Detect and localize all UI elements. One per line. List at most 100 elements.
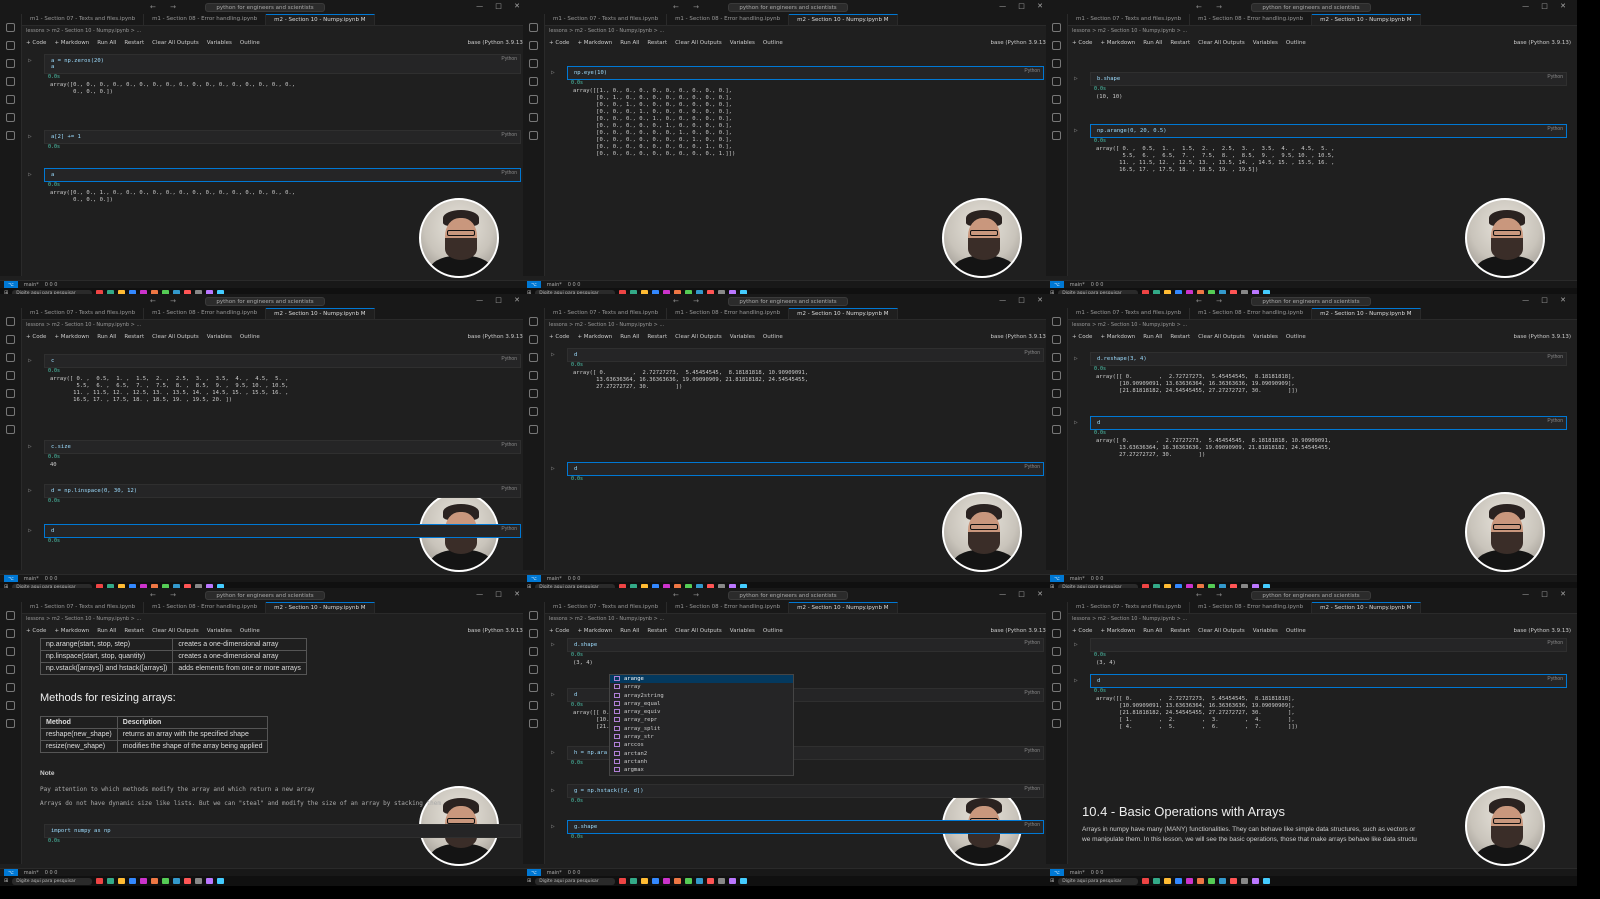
toolbar-button[interactable]: Run All [1143, 628, 1162, 634]
breadcrumb[interactable]: lessons > m2 - Section 10 - Numpy.ipynb … [1072, 28, 1187, 34]
cell-code[interactable]: d.reshape(3, 4) [1090, 352, 1567, 366]
toolbar-button[interactable]: Variables [207, 40, 232, 46]
toolbar-button[interactable]: Variables [207, 334, 232, 340]
toolbar-button[interactable]: Variables [1253, 40, 1278, 46]
editor-tab[interactable]: m1 - Section 07 - Texts and files.ipynb [545, 602, 668, 613]
extensions-icon[interactable] [529, 389, 538, 398]
taskbar-app-icon[interactable] [1241, 878, 1249, 884]
files-icon[interactable] [529, 611, 538, 620]
editor-tab[interactable]: m2 - Section 10 - Numpy.ipynb M [266, 308, 375, 319]
window-controls-icon[interactable]: — □ ✕ [999, 2, 1048, 10]
kernel-picker[interactable]: base (Python 3.9.13) [1514, 40, 1571, 46]
taskbar-app-icon[interactable] [1175, 878, 1183, 884]
toolbar-button[interactable]: Restart [1170, 40, 1190, 46]
toolbar-button[interactable]: + Markdown [54, 628, 89, 634]
cell-language[interactable]: Python [501, 132, 517, 138]
files-icon[interactable] [529, 23, 538, 32]
window-controls-icon[interactable]: — □ ✕ [999, 296, 1048, 304]
breadcrumb[interactable]: lessons > m2 - Section 10 - Numpy.ipynb … [26, 28, 141, 34]
run-cell-icon[interactable]: ▷ [1074, 127, 1078, 134]
window-controls-icon[interactable]: — □ ✕ [1522, 296, 1571, 304]
files-icon[interactable] [1052, 317, 1061, 326]
toolbar-button[interactable]: Outline [1286, 40, 1306, 46]
toolbar-button[interactable]: Outline [240, 628, 260, 634]
run-debug-icon[interactable] [1052, 665, 1061, 674]
cell-code[interactable]: c.size [44, 440, 521, 454]
toolbar-button[interactable]: + Markdown [577, 40, 612, 46]
cell-language[interactable]: Python [1547, 418, 1563, 424]
toolbar-button[interactable]: Clear All Outputs [675, 628, 722, 634]
taskbar-app-icon[interactable] [1186, 878, 1194, 884]
command-center-search[interactable]: python for engineers and scientists [205, 3, 325, 12]
cell-language[interactable]: Python [501, 486, 517, 492]
remote-icon[interactable] [1052, 425, 1061, 434]
toolbar-button[interactable]: + Code [549, 40, 569, 46]
notebook-cell[interactable]: ▷ c Python 0.0s array([ 0. , 0.5, 1. , 1.5, … [26, 354, 521, 406]
cell-language[interactable]: Python [501, 526, 517, 532]
cell-language[interactable]: Python [1024, 68, 1040, 74]
cell-code[interactable]: np.eye(10) [567, 66, 1044, 80]
toolbar-button[interactable]: Clear All Outputs [675, 334, 722, 340]
editor-tab[interactable]: m1 - Section 07 - Texts and files.ipynb [545, 14, 668, 25]
cell-language[interactable]: Python [1547, 354, 1563, 360]
taskbar-app-icon[interactable] [206, 878, 214, 884]
kernel-picker[interactable]: base (Python 3.9.13) [991, 40, 1048, 46]
search-icon[interactable] [529, 629, 538, 638]
window-controls-icon[interactable]: — □ ✕ [1522, 590, 1571, 598]
toolbar-button[interactable]: Clear All Outputs [152, 40, 199, 46]
toolbar-button[interactable]: Run All [620, 40, 639, 46]
search-icon[interactable] [1052, 629, 1061, 638]
run-cell-icon[interactable]: ▷ [1074, 419, 1078, 426]
toolbar-button[interactable]: + Code [1072, 334, 1092, 340]
nav-arrows-icon[interactable]: ← → [673, 3, 705, 11]
run-cell-icon[interactable]: ▷ [28, 171, 32, 178]
toolbar-button[interactable]: Clear All Outputs [1198, 334, 1245, 340]
kernel-picker[interactable]: base (Python 3.9.13) [468, 334, 525, 340]
nav-arrows-icon[interactable]: ← → [150, 297, 182, 305]
taskbar-app-icon[interactable] [217, 878, 225, 884]
toolbar-button[interactable]: + Code [26, 628, 46, 634]
toolbar-button[interactable]: Run All [97, 334, 116, 340]
cell-language[interactable]: Python [1547, 74, 1563, 80]
extensions-icon[interactable] [6, 683, 15, 692]
search-icon[interactable] [1052, 41, 1061, 50]
cell-language[interactable]: Python [1547, 640, 1563, 646]
nav-arrows-icon[interactable]: ← → [673, 591, 705, 599]
editor-tab[interactable]: m1 - Section 08 - Error handling.ipynb [667, 308, 790, 319]
taskbar-app-icon[interactable] [729, 878, 737, 884]
run-cell-icon[interactable]: ▷ [551, 787, 555, 794]
editor-tab[interactable]: m2 - Section 10 - Numpy.ipynb M [266, 14, 375, 25]
taskbar-app-icon[interactable] [1142, 878, 1150, 884]
taskbar-app-icon[interactable] [1263, 878, 1271, 884]
window-controls-icon[interactable]: — □ ✕ [999, 590, 1048, 598]
problems-count[interactable]: 0 0 0 [568, 576, 581, 582]
editor-tab[interactable]: m2 - Section 10 - Numpy.ipynb M [789, 14, 898, 25]
cell-code[interactable]: b.shape [1090, 72, 1567, 86]
notebook-cell[interactable]: ▷ d.reshape(3, 4) Python 0.0s array([[ 0. , … [1072, 352, 1567, 397]
editor-tab[interactable]: m1 - Section 08 - Error handling.ipynb [667, 602, 790, 613]
cell-language[interactable]: Python [501, 442, 517, 448]
source-control-icon[interactable] [529, 647, 538, 656]
command-center-search[interactable]: python for engineers and scientists [728, 3, 848, 12]
toolbar-button[interactable]: + Markdown [1100, 40, 1135, 46]
editor-tab[interactable]: m1 - Section 07 - Texts and files.ipynb [545, 308, 668, 319]
search-icon[interactable] [529, 335, 538, 344]
editor-tab[interactable]: m1 - Section 08 - Error handling.ipynb [667, 14, 790, 25]
taskbar-search[interactable]: Digite aqui para pesquisar [1058, 877, 1139, 885]
kernel-picker[interactable]: base (Python 3.9.13) [468, 628, 525, 634]
toolbar-button[interactable]: Restart [1170, 334, 1190, 340]
windows-start-icon[interactable]: ⊞ [1050, 878, 1054, 884]
editor-tab[interactable]: m1 - Section 08 - Error handling.ipynb [144, 602, 267, 613]
taskbar-app-icon[interactable] [718, 878, 726, 884]
taskbar-app-icon[interactable] [652, 878, 660, 884]
run-cell-icon[interactable]: ▷ [28, 357, 32, 364]
toolbar-button[interactable]: Restart [647, 334, 667, 340]
cell-language[interactable]: Python [1024, 786, 1040, 792]
cell-code[interactable]: a = np.zeros(20) a [44, 54, 521, 74]
toolbar-button[interactable]: + Markdown [577, 334, 612, 340]
cell-code[interactable]: c [44, 354, 521, 368]
files-icon[interactable] [529, 317, 538, 326]
toolbar-button[interactable]: Outline [763, 334, 783, 340]
toolbar-button[interactable]: Variables [207, 628, 232, 634]
autocomplete-item[interactable]: arange [610, 675, 793, 684]
